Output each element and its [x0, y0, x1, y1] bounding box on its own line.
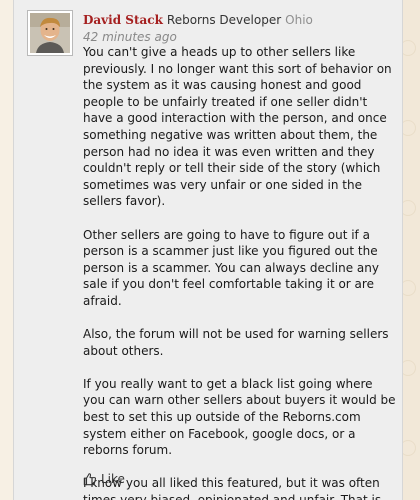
post-paragraph: Other sellers are going to have to figur… — [83, 227, 379, 308]
like-label: Like — [101, 472, 125, 486]
like-button[interactable]: Like — [83, 472, 125, 486]
author-avatar[interactable] — [27, 10, 73, 56]
author-title: Reborns Developer — [166, 13, 282, 27]
post-timestamp: 42 minutes ago — [83, 30, 177, 44]
user-avatar-icon — [30, 13, 70, 53]
post-paragraph: If you really want to get a black list g… — [83, 376, 396, 458]
forum-post: David Stack Reborns Developer Ohio 42 minu… — [13, 0, 403, 500]
author-location: Ohio — [285, 13, 313, 27]
post-paragraph: Also, the forum will not be used for war… — [83, 327, 389, 358]
post-paragraph: I know you all liked this featured, but … — [83, 476, 381, 500]
author-name-link[interactable]: David Stack — [83, 13, 163, 27]
post-body: You can't give a heads up to other selle… — [83, 44, 398, 500]
thumbs-up-icon — [83, 472, 97, 486]
post-paragraph: You can't give a heads up to other selle… — [83, 45, 392, 209]
post-header: David Stack Reborns Developer Ohio — [83, 12, 394, 28]
